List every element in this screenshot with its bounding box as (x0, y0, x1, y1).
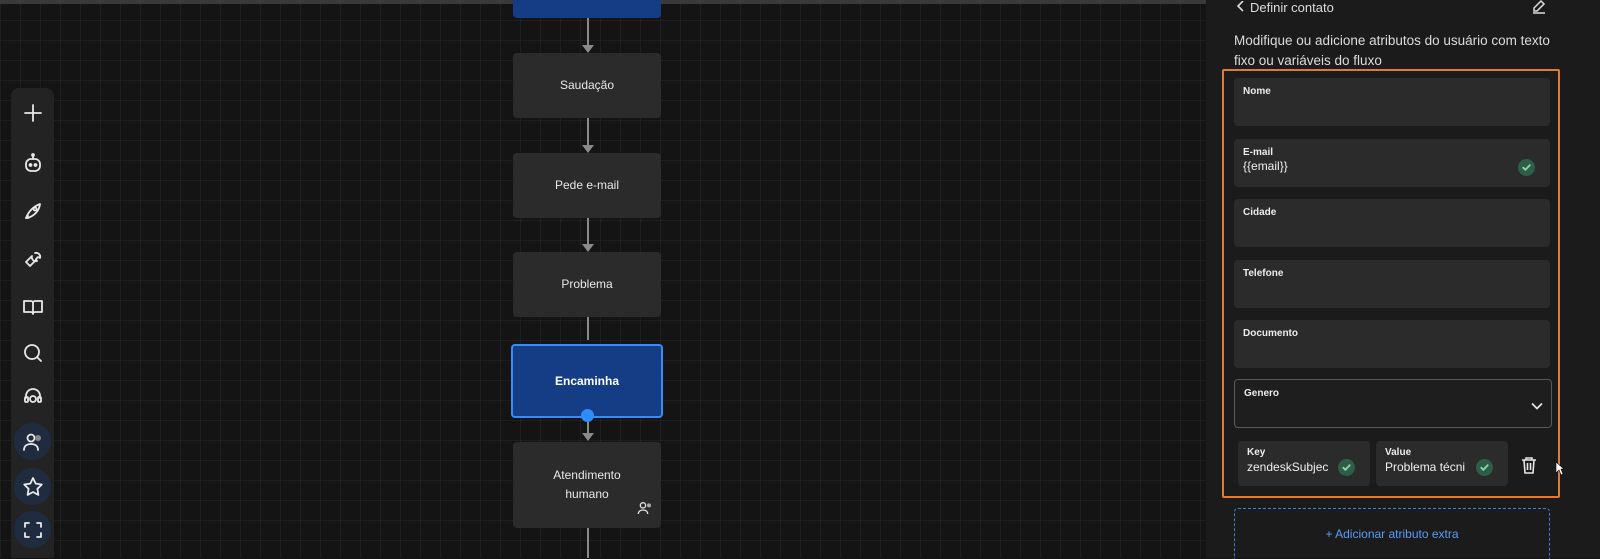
field-label: E-mail (1243, 147, 1274, 158)
edge-connector (587, 217, 589, 244)
arrow-icon (582, 244, 594, 252)
edge-connector (587, 528, 589, 558)
edge-connector (587, 317, 589, 340)
edge-connector (587, 420, 589, 434)
email-field[interactable]: E-mail {{email}} (1234, 139, 1550, 187)
flow-node-selected[interactable]: Encaminha (511, 344, 663, 418)
panel-title: Definir contato (1250, 0, 1334, 15)
left-toolbar (11, 88, 54, 558)
arrow-icon (582, 433, 594, 441)
field-label: Value (1385, 447, 1412, 458)
node-label: Saudação (559, 78, 615, 92)
extra-value-field[interactable]: Value Problema técni (1376, 441, 1508, 486)
field-label: Nome (1243, 86, 1271, 97)
check-icon (1518, 159, 1535, 176)
check-icon (1338, 459, 1355, 476)
extra-key-field[interactable]: Key zendeskSubjec (1238, 441, 1370, 486)
scan-icon[interactable] (14, 511, 51, 548)
chevron-left-icon[interactable] (1236, 0, 1246, 18)
connection-handle[interactable] (581, 409, 594, 422)
panel-description: Modifique ou adicione atributos do usuár… (1234, 33, 1550, 68)
arrow-icon (582, 45, 594, 53)
node-label: Problema (561, 277, 613, 291)
edit-icon[interactable] (1531, 0, 1547, 19)
rocket-icon[interactable] (14, 192, 51, 229)
city-field[interactable]: Cidade (1234, 199, 1550, 247)
edge-connector (587, 18, 589, 45)
add-extra-attribute-button[interactable]: + Adicionar atributo extra (1234, 508, 1550, 559)
contacts-icon[interactable] (14, 423, 51, 460)
field-label: Cidade (1243, 207, 1277, 218)
flow-node[interactable]: Pede e-mail (513, 153, 661, 218)
node-label: Pede e-mail (554, 178, 620, 192)
previous-node-partial[interactable] (513, 0, 661, 18)
field-value: zendeskSubjec (1247, 460, 1329, 474)
search-icon[interactable] (14, 334, 51, 371)
gender-select[interactable]: Genero (1234, 379, 1552, 428)
user-icon (637, 500, 653, 522)
name-field[interactable]: Nome (1234, 78, 1550, 126)
arrow-icon (582, 145, 594, 153)
field-label: Genero (1244, 388, 1280, 399)
phone-field[interactable]: Telefone (1234, 260, 1550, 308)
chevron-down-icon (1531, 397, 1543, 415)
node-label: Encaminha (554, 373, 620, 388)
field-label: Telefone (1243, 268, 1284, 279)
wrench-icon[interactable] (14, 240, 51, 277)
flow-node[interactable]: Atendimento humano (513, 442, 661, 528)
node-label: Atendimento humano (553, 468, 621, 501)
star-icon[interactable] (14, 468, 51, 505)
headset-icon[interactable] (14, 378, 51, 415)
bot-icon[interactable] (14, 144, 51, 181)
plus-icon[interactable] (14, 94, 51, 131)
document-field[interactable]: Documento (1234, 320, 1550, 368)
edge-connector (587, 118, 589, 145)
flow-node[interactable]: Problema (513, 252, 661, 317)
flow-node[interactable]: Saudação (513, 53, 661, 118)
trash-icon[interactable] (1521, 456, 1537, 479)
field-value: {{email}} (1243, 159, 1288, 173)
book-icon[interactable] (14, 288, 51, 325)
field-label: Key (1247, 447, 1266, 458)
check-icon (1476, 459, 1493, 476)
mouse-cursor-icon (1555, 461, 1565, 481)
field-value: Problema técni (1385, 460, 1466, 474)
field-label: Documento (1243, 328, 1298, 339)
